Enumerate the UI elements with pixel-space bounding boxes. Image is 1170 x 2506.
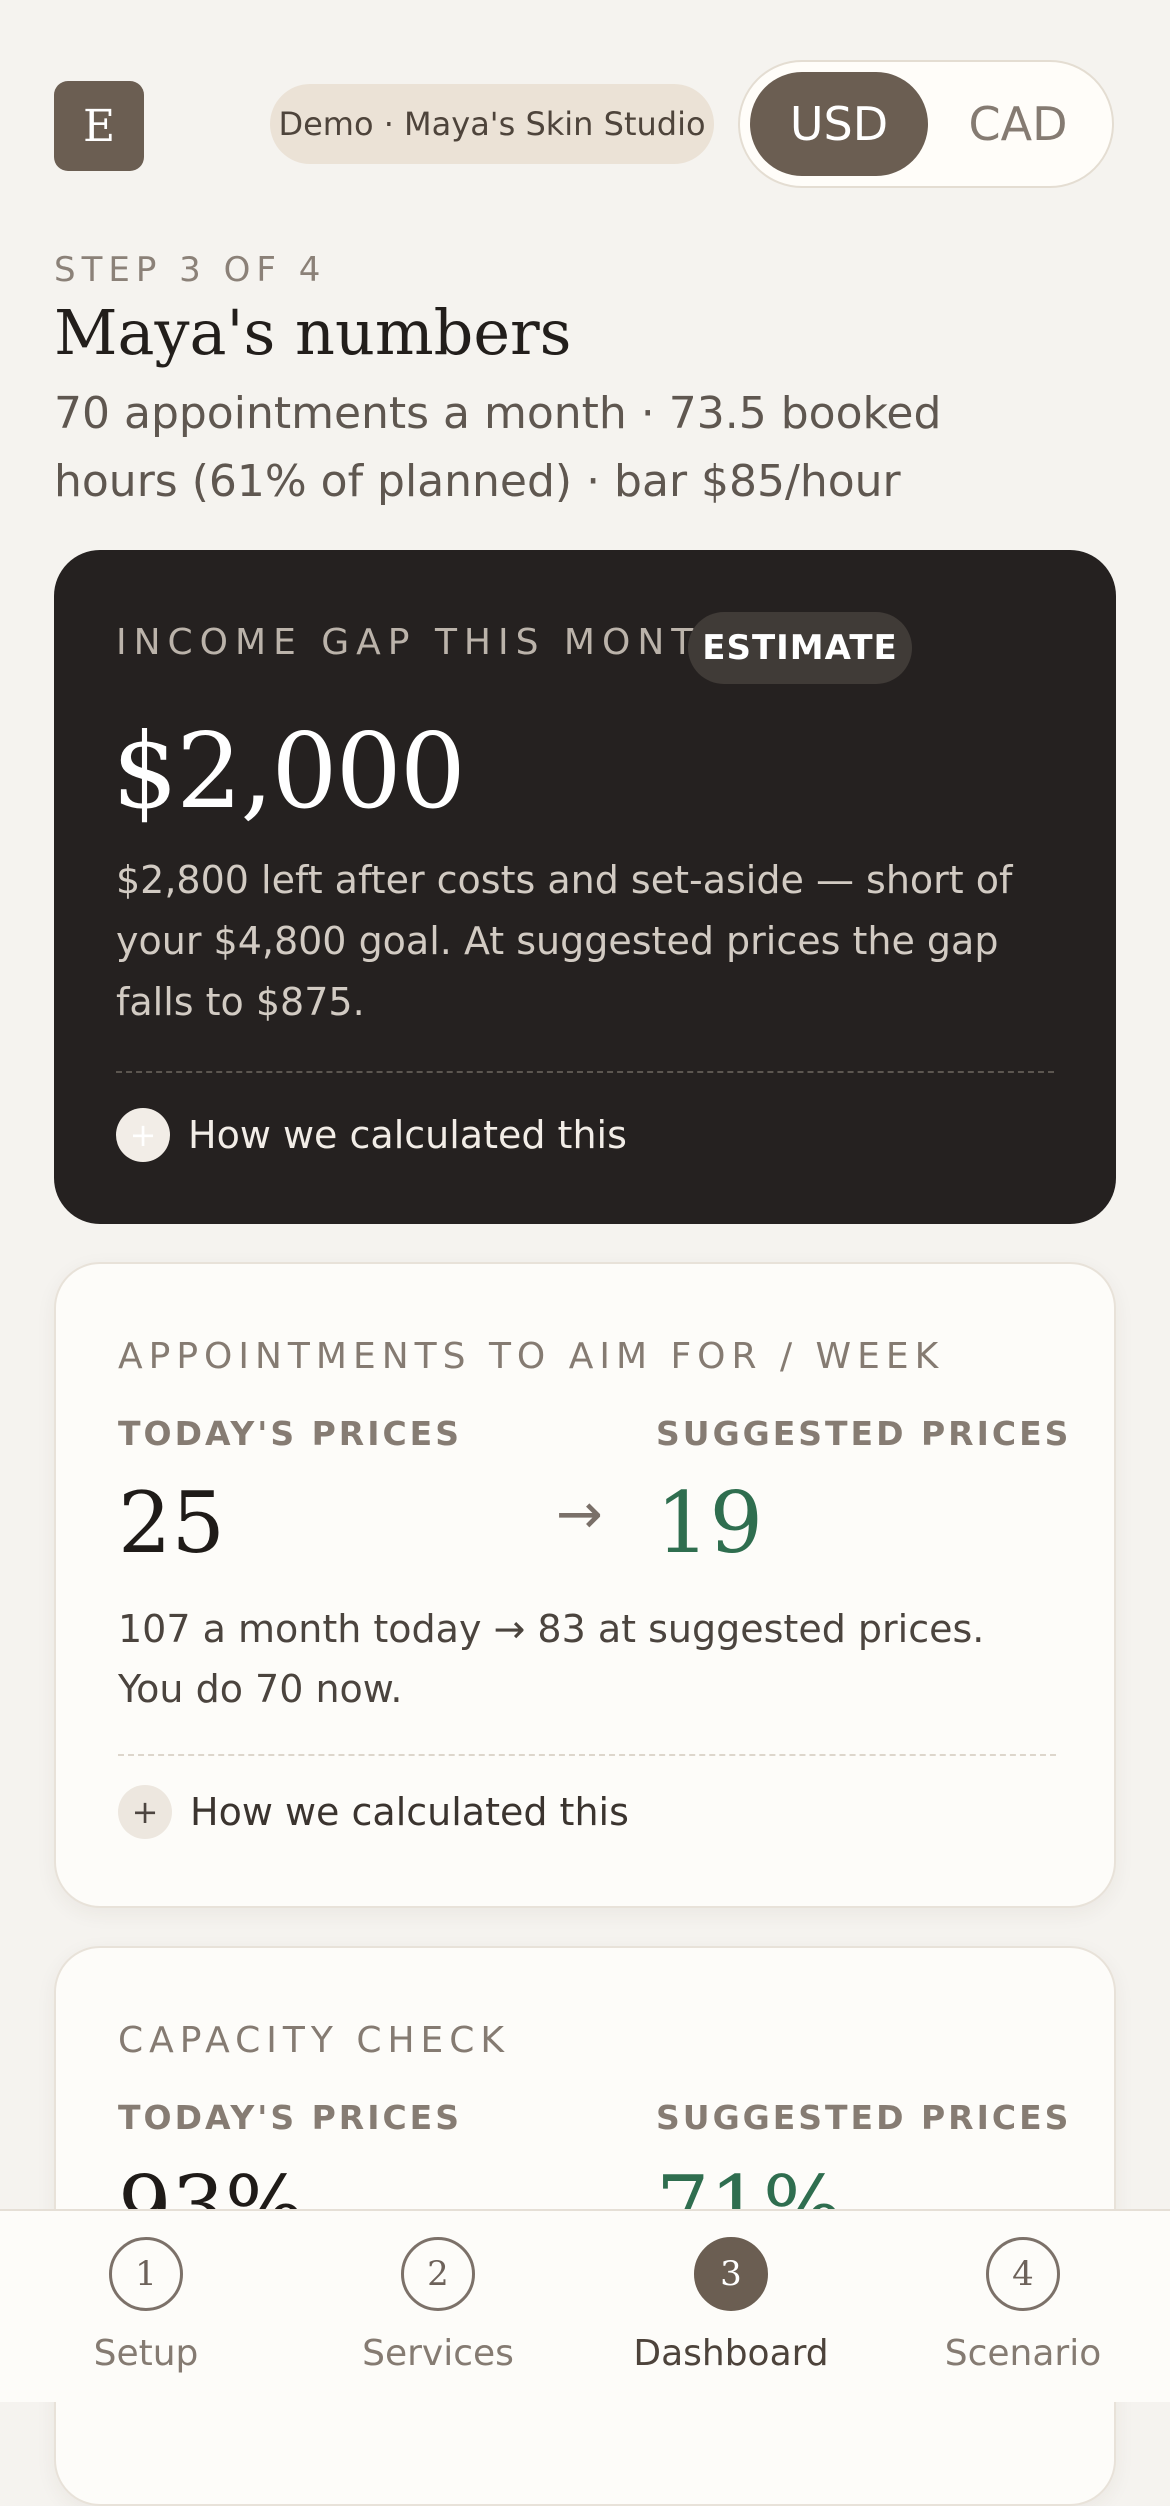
- app-logo[interactable]: E: [54, 81, 144, 171]
- nav-step-dashboard[interactable]: 3 Dashboard: [631, 2237, 831, 2374]
- page-subtitle: 70 appointments a month · 73.5 booked ho…: [54, 388, 942, 507]
- nav-step-services[interactable]: 2 Services: [338, 2237, 538, 2374]
- currency-toggle[interactable]: USD CAD: [738, 60, 1114, 188]
- step-number: 1: [109, 2237, 183, 2311]
- plus-icon: +: [116, 1108, 170, 1162]
- divider: [118, 1754, 1056, 1756]
- appointments-card: APPOINTMENTS TO AIM FOR / WEEK TODAY'S P…: [54, 1262, 1116, 1908]
- step-number: 2: [401, 2237, 475, 2311]
- income-gap-label: INCOME GAP THIS MONTH: [116, 622, 735, 663]
- nav-step-setup[interactable]: 1 Setup: [46, 2237, 246, 2374]
- step-indicator: STEP 3 OF 4: [54, 250, 327, 290]
- bottom-nav: 1 Setup 2 Services 3 Dashboard 4 Scenari…: [0, 2209, 1170, 2402]
- divider: [116, 1071, 1054, 1073]
- suggested-prices-label: SUGGESTED PRICES: [656, 1414, 1072, 1453]
- nav-label: Services: [362, 2333, 514, 2374]
- income-gap-how-calculated-toggle[interactable]: + How we calculated this: [116, 1108, 627, 1162]
- how-calculated-label: How we calculated this: [188, 1113, 627, 1157]
- arrow-right-icon: →: [556, 1482, 603, 1547]
- nav-label: Setup: [93, 2333, 199, 2374]
- appointments-today-value: 25: [118, 1474, 225, 1572]
- suggested-prices-label: SUGGESTED PRICES: [656, 2098, 1072, 2137]
- appointments-note: 107 a month today → 83 at suggested pric…: [118, 1607, 985, 1711]
- plus-icon: +: [118, 1785, 172, 1839]
- nav-label: Dashboard: [633, 2333, 829, 2374]
- nav-label: Scenario: [944, 2333, 1102, 2374]
- appointments-how-calculated-toggle[interactable]: + How we calculated this: [118, 1785, 629, 1839]
- today-prices-label: TODAY'S PRICES: [118, 2098, 462, 2137]
- step-number: 4: [986, 2237, 1060, 2311]
- today-prices-label: TODAY'S PRICES: [118, 1414, 462, 1453]
- appointments-title: APPOINTMENTS TO AIM FOR / WEEK: [118, 1336, 945, 1377]
- appointments-suggested-value: 19: [656, 1474, 763, 1572]
- nav-step-scenario[interactable]: 4 Scenario: [923, 2237, 1123, 2374]
- income-gap-amount: $2,000: [112, 710, 466, 832]
- income-gap-card: INCOME GAP THIS MONTH ESTIMATE $2,000 $2…: [54, 550, 1116, 1224]
- page-title: Maya's numbers: [54, 296, 572, 369]
- currency-cad-option[interactable]: CAD: [932, 72, 1104, 176]
- capacity-title: CAPACITY CHECK: [118, 2020, 511, 2061]
- demo-studio-badge: Demo · Maya's Skin Studio: [270, 84, 714, 164]
- how-calculated-label: How we calculated this: [190, 1790, 629, 1834]
- estimate-badge: ESTIMATE: [688, 612, 912, 684]
- income-gap-note: $2,800 left after costs and set-aside — …: [116, 858, 1013, 1024]
- currency-usd-option[interactable]: USD: [750, 72, 928, 176]
- step-number: 3: [694, 2237, 768, 2311]
